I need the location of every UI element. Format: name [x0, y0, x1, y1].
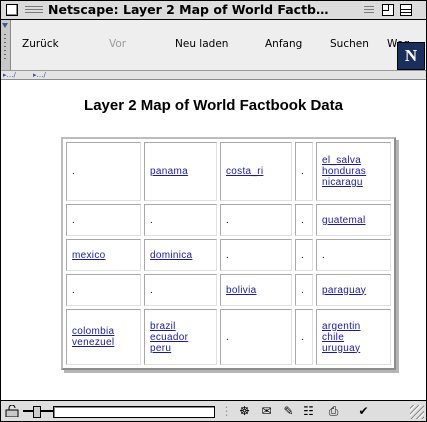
browser-window: Netscape: Layer 2 Map of World Factb… Zu…: [0, 0, 427, 422]
status-grip-icon: ⋮: [220, 404, 233, 418]
address-book-icon[interactable]: ☷: [301, 405, 316, 418]
home-button[interactable]: Anfang: [265, 36, 302, 52]
grid-cell: brazil ecuador peru: [144, 309, 217, 365]
grip-dots-icon: [4, 34, 6, 60]
search-button[interactable]: Suchen: [330, 36, 369, 52]
empty-cell-dot: .: [301, 166, 304, 177]
empty-cell-dot: .: [301, 331, 304, 343]
grid-cell: bolivia: [220, 274, 292, 306]
empty-cell-dot: .: [301, 249, 304, 261]
country-link[interactable]: costa_ri: [226, 166, 286, 177]
collapse-triangle-icon: [2, 23, 8, 28]
grid-cell: mexico: [66, 239, 141, 271]
collapse-box[interactable]: [400, 4, 412, 16]
window-title: Netscape: Layer 2 Map of World Factb…: [48, 2, 329, 17]
title-bar-stripes: [25, 5, 43, 14]
page-heading: Layer 2 Map of World Factbook Data: [84, 97, 343, 114]
country-link[interactable]: peru: [150, 343, 211, 354]
back-button[interactable]: Zurück: [22, 36, 59, 52]
grid-row: .... guatemal: [66, 204, 391, 236]
grid-cell: .: [220, 239, 292, 271]
empty-cell-dot: .: [150, 214, 153, 226]
country-link[interactable]: guatemal: [322, 215, 385, 226]
grid-row: mexico dominica...: [66, 239, 391, 271]
empty-cell-dot: .: [72, 284, 75, 296]
resize-grip[interactable]: [410, 405, 424, 419]
grid-cell: panama: [144, 142, 217, 201]
grid-cell: costa_ri: [220, 142, 292, 201]
grid-row: colombia venezuel brazil ecuador peru.. argen…: [66, 309, 391, 365]
grid-cell: paraguay: [316, 274, 391, 306]
country-link[interactable]: nicaragu: [322, 177, 385, 188]
empty-cell-dot: .: [150, 284, 153, 296]
navigation-toolbar: Zurück Vor Neu laden Anfang Suchen Weg N: [1, 20, 426, 71]
security-lock-icon[interactable]: [5, 405, 19, 417]
reload-button[interactable]: Neu laden: [175, 36, 228, 52]
country-link[interactable]: ecuador: [150, 332, 211, 343]
grid-cell: el_salva honduras nicaragu: [316, 142, 391, 201]
grid-cell: .: [295, 309, 313, 365]
country-link[interactable]: colombia: [72, 326, 135, 337]
empty-cell-dot: .: [226, 331, 229, 343]
empty-cell-dot: .: [301, 214, 304, 226]
country-link[interactable]: argentin: [322, 321, 385, 332]
grid-cell: argentin chile uruguay: [316, 309, 391, 365]
country-link[interactable]: venezuel: [72, 337, 135, 348]
connection-status-icon: [23, 406, 53, 418]
empty-cell-dot: .: [226, 249, 229, 261]
grid-cell: dominica: [144, 239, 217, 271]
country-link[interactable]: paraguay: [322, 285, 385, 296]
grid-cell: .: [295, 239, 313, 271]
close-box[interactable]: [6, 4, 18, 16]
netscape-logo-letter: N: [404, 46, 418, 65]
country-link[interactable]: panama: [150, 166, 211, 177]
title-bar[interactable]: Netscape: Layer 2 Map of World Factb…: [1, 1, 426, 20]
grid-cell: .: [66, 142, 141, 201]
collapsed-toolbars[interactable]: ▸…∕ ▸…∕: [1, 71, 426, 80]
title-bar-stripes: [364, 5, 374, 14]
grid-cell: guatemal: [316, 204, 391, 236]
world-map-grid: . panama costa_ri. el_salva honduras nicaragu…: [61, 137, 396, 370]
grid-cell: .: [144, 274, 217, 306]
country-link[interactable]: mexico: [72, 250, 135, 261]
empty-cell-dot: .: [301, 284, 304, 296]
grid-row: .. bolivia. paraguay: [66, 274, 391, 306]
edit-page-icon[interactable]: ✔: [356, 405, 371, 418]
grid-cell: .: [66, 204, 141, 236]
empty-cell-dot: .: [72, 214, 75, 226]
empty-cell-dot: .: [226, 214, 229, 226]
grid-cell: .: [144, 204, 217, 236]
grid-cell: .: [316, 239, 391, 271]
empty-cell-dot: .: [322, 249, 325, 261]
netscape-logo[interactable]: N: [397, 42, 425, 70]
grid-cell: .: [295, 204, 313, 236]
composer-icon[interactable]: ✎: [281, 405, 296, 418]
page-content: Layer 2 Map of World Factbook Data . pana…: [1, 80, 426, 400]
mail-icon[interactable]: ✉: [259, 405, 274, 418]
country-link[interactable]: bolivia: [226, 285, 286, 296]
navigator-icon[interactable]: ☸: [237, 405, 252, 418]
grid-row: . panama costa_ri. el_salva honduras nicaragu: [66, 142, 391, 201]
country-link[interactable]: brazil: [150, 321, 211, 332]
status-message-field: [53, 406, 215, 418]
country-link[interactable]: chile: [322, 332, 385, 343]
grid-cell: .: [220, 309, 292, 365]
forward-button[interactable]: Vor: [109, 36, 126, 52]
grid-cell: .: [220, 204, 292, 236]
collapsed-toolbar-tab-icon[interactable]: ▸…∕: [3, 71, 16, 79]
print-icon[interactable]: ⎙: [326, 405, 341, 418]
grid-cell: .: [295, 142, 313, 201]
country-link[interactable]: el_salva: [322, 155, 385, 166]
country-link[interactable]: dominica: [150, 250, 211, 261]
grid-cell: colombia venezuel: [66, 309, 141, 365]
toolbar-collapse-grip[interactable]: [1, 20, 11, 70]
status-bar: ⋮ ☸ ✉ ✎ ☷ ⎙ ✔: [1, 400, 426, 421]
grid-cell: .: [66, 274, 141, 306]
country-link[interactable]: honduras: [322, 166, 385, 177]
grid-cell: .: [295, 274, 313, 306]
collapsed-toolbar-tab-icon[interactable]: ▸…∕: [33, 71, 46, 79]
empty-cell-dot: .: [72, 166, 75, 177]
zoom-box[interactable]: [382, 4, 394, 16]
country-link[interactable]: uruguay: [322, 343, 385, 354]
